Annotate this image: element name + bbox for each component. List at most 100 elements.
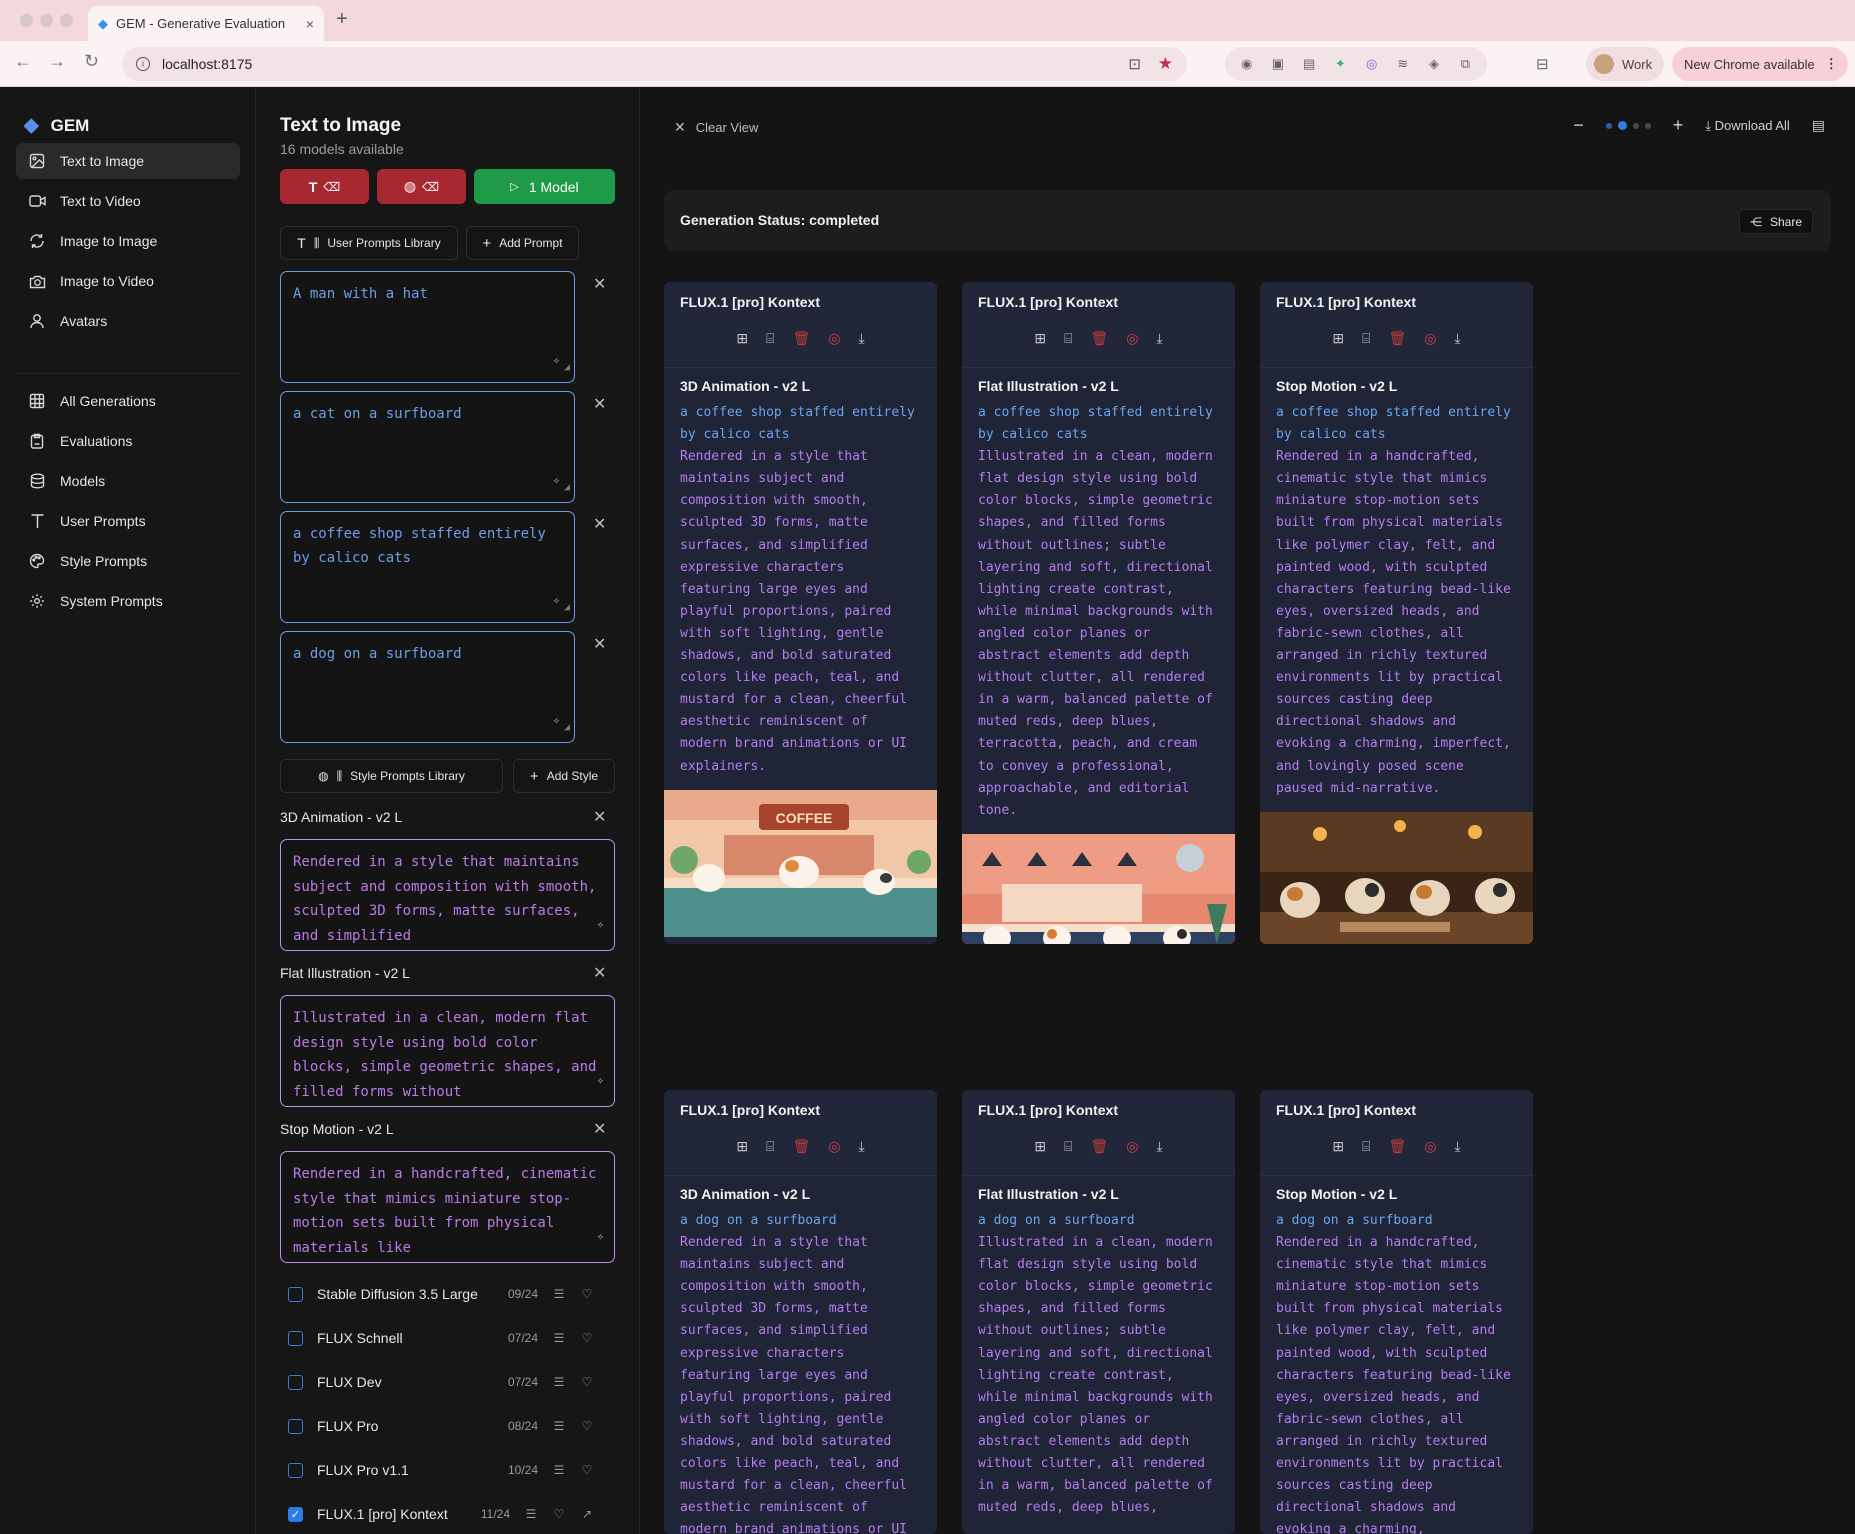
resize-handle[interactable]: ◢ <box>564 476 570 500</box>
folder-icon[interactable]: ⊞ <box>1034 330 1046 347</box>
pager-dot[interactable] <box>1605 122 1612 129</box>
sidebar-item-all-generations[interactable]: All Generations <box>16 383 240 419</box>
style-input[interactable]: Rendered in a handcrafted, cinematic sty… <box>280 1151 615 1263</box>
sparkle-icon[interactable]: ✧ <box>597 1224 604 1249</box>
remove-style-button[interactable]: ✕ <box>593 1119 606 1139</box>
download-icon[interactable]: ⤓ <box>1454 1138 1460 1155</box>
sidebar-item-text-to-image[interactable]: Text to Image <box>16 143 240 179</box>
remove-style-button[interactable]: ✕ <box>593 963 606 983</box>
sparkle-icon[interactable]: ✧ <box>597 912 604 937</box>
add-prompt-button[interactable]: + Add Prompt <box>466 226 579 260</box>
address-bar[interactable]: i localhost:8175 ⊡ ★ <box>122 47 1187 81</box>
download-icon[interactable]: ⤓ <box>1156 1138 1162 1155</box>
model-checkbox[interactable] <box>288 1418 303 1434</box>
archive-icon[interactable]: ⌸ <box>1362 330 1370 347</box>
model-row[interactable]: FLUX Pro v1.1 10/24 ☰ ♡ <box>288 1459 608 1481</box>
lifebuoy-icon[interactable]: ◎ <box>1126 330 1138 347</box>
folder-icon[interactable]: ⊞ <box>1332 330 1344 347</box>
pager-dot[interactable] <box>1617 121 1627 130</box>
browser-tab[interactable]: ◆ GEM - Generative Evaluation × <box>88 6 324 41</box>
sidebar-item-user-prompts[interactable]: User Prompts <box>16 503 240 539</box>
download-icon[interactable]: ⤓ <box>1454 330 1460 347</box>
run-generation-button[interactable]: ▷ 1 Model <box>474 169 615 204</box>
resize-handle[interactable]: ◢ <box>564 356 570 380</box>
puzzle-icon[interactable]: ⧉ <box>1458 56 1473 72</box>
lifebuoy-icon[interactable]: ◎ <box>1424 330 1436 347</box>
sparkle-icon[interactable]: ✧ <box>553 468 560 492</box>
zoom-out-button[interactable]: − <box>1573 115 1584 136</box>
extension-icon[interactable]: ✦ <box>1333 56 1348 72</box>
download-icon[interactable]: ⤓ <box>858 1138 864 1155</box>
generated-image[interactable] <box>1260 811 1533 944</box>
bookmark-star-icon[interactable]: ★ <box>1158 54 1173 74</box>
screen-search-icon[interactable]: ⊟ <box>1536 55 1549 73</box>
archive-icon[interactable]: ⌸ <box>766 330 774 347</box>
extension-icon[interactable]: ▣ <box>1270 56 1285 72</box>
remove-prompt-button[interactable]: ✕ <box>593 634 606 654</box>
sparkle-icon[interactable]: ✧ <box>553 708 560 732</box>
model-row[interactable]: FLUX Pro 08/24 ☰ ♡ <box>288 1415 608 1437</box>
user-prompts-library-button[interactable]: T ⫼ User Prompts Library <box>280 226 458 260</box>
tab-close-icon[interactable]: × <box>306 16 314 32</box>
settings-sliders-icon[interactable]: ☰ <box>552 1463 566 1477</box>
heart-icon[interactable]: ♡ <box>580 1331 594 1345</box>
folder-icon[interactable]: ⊞ <box>736 1138 748 1155</box>
model-checkbox[interactable]: ✓ <box>288 1506 303 1522</box>
sparkle-icon[interactable]: ✧ <box>553 588 560 612</box>
prompt-input[interactable]: a dog on a surfboard ✧ ◢ <box>280 631 575 743</box>
extension-icon[interactable]: ≋ <box>1395 56 1410 72</box>
remove-prompt-button[interactable]: ✕ <box>593 394 606 414</box>
model-row[interactable]: Stable Diffusion 3.5 Large 09/24 ☰ ♡ <box>288 1283 608 1305</box>
heart-icon[interactable]: ♡ <box>552 1507 566 1521</box>
download-all-button[interactable]: ⤓ Download All <box>1705 118 1790 134</box>
sidebar-item-system-prompts[interactable]: System Prompts <box>16 583 240 619</box>
resize-handle[interactable]: ◢ <box>564 716 570 740</box>
settings-sliders-icon[interactable]: ☰ <box>552 1287 566 1301</box>
generated-image[interactable]: COFFEE <box>664 789 937 937</box>
back-icon[interactable]: ← <box>14 51 32 72</box>
prompt-input[interactable]: A man with a hat ✧ ◢ <box>280 271 575 383</box>
heart-icon[interactable]: ♡ <box>580 1375 594 1389</box>
heart-icon[interactable]: ♡ <box>580 1419 594 1433</box>
model-row[interactable]: FLUX Dev 07/24 ☰ ♡ <box>288 1371 608 1393</box>
clear-styles-button[interactable]: ◍ ⌫ <box>377 169 466 204</box>
trash-icon[interactable]: 🗑 <box>1090 330 1108 347</box>
settings-sliders-icon[interactable]: ☰ <box>552 1375 566 1389</box>
window-zoom-button[interactable] <box>60 14 73 27</box>
archive-icon[interactable]: ⌸ <box>1362 1138 1370 1155</box>
grid-size-pager[interactable] <box>1605 121 1651 130</box>
folder-icon[interactable]: ⊞ <box>736 330 748 347</box>
extension-icon[interactable]: ◎ <box>1364 56 1379 72</box>
pager-dot[interactable] <box>1632 122 1639 129</box>
trash-icon[interactable]: 🗑 <box>792 330 810 347</box>
prompt-input[interactable]: a cat on a surfboard ✧ ◢ <box>280 391 575 503</box>
new-tab-button[interactable]: + <box>336 8 348 31</box>
model-row[interactable]: ✓ FLUX.1 [pro] Kontext 11/24 ☰ ♡ ↗ <box>288 1503 608 1525</box>
lifebuoy-icon[interactable]: ◎ <box>828 330 840 347</box>
trash-icon[interactable]: 🗑 <box>792 1138 810 1155</box>
resize-handle[interactable]: ◢ <box>564 596 570 620</box>
lifebuoy-icon[interactable]: ◎ <box>1126 1138 1138 1155</box>
add-style-button[interactable]: + Add Style <box>513 759 615 793</box>
extension-icon[interactable]: ◉ <box>1239 56 1254 72</box>
sidebar-item-evaluations[interactable]: Evaluations <box>16 423 240 459</box>
settings-sliders-icon[interactable]: ☰ <box>524 1507 538 1521</box>
archive-icon[interactable]: ⌸ <box>766 1138 774 1155</box>
site-info-icon[interactable]: i <box>136 57 150 71</box>
archive-icon[interactable]: ⌸ <box>1064 330 1072 347</box>
window-close-button[interactable] <box>20 14 33 27</box>
trash-icon[interactable]: 🗑 <box>1388 1138 1406 1155</box>
clear-view-button[interactable]: ✕ Clear View <box>674 119 758 136</box>
sparkle-icon[interactable]: ✧ <box>553 348 560 372</box>
model-checkbox[interactable] <box>288 1462 303 1478</box>
forward-icon[interactable]: → <box>48 51 66 72</box>
zoom-in-button[interactable]: + <box>1673 115 1684 136</box>
sidebar-item-avatars[interactable]: Avatars <box>16 303 240 339</box>
download-icon[interactable]: ⤓ <box>1156 330 1162 347</box>
prompt-input[interactable]: a coffee shop staffed entirely by calico… <box>280 511 575 623</box>
share-button[interactable]: ⋲ Share <box>1738 209 1813 234</box>
reload-icon[interactable]: ↻ <box>84 51 99 72</box>
folder-icon[interactable]: ⊞ <box>1034 1138 1046 1155</box>
report-icon[interactable]: ▤ <box>1812 117 1825 134</box>
remove-style-button[interactable]: ✕ <box>593 807 606 827</box>
